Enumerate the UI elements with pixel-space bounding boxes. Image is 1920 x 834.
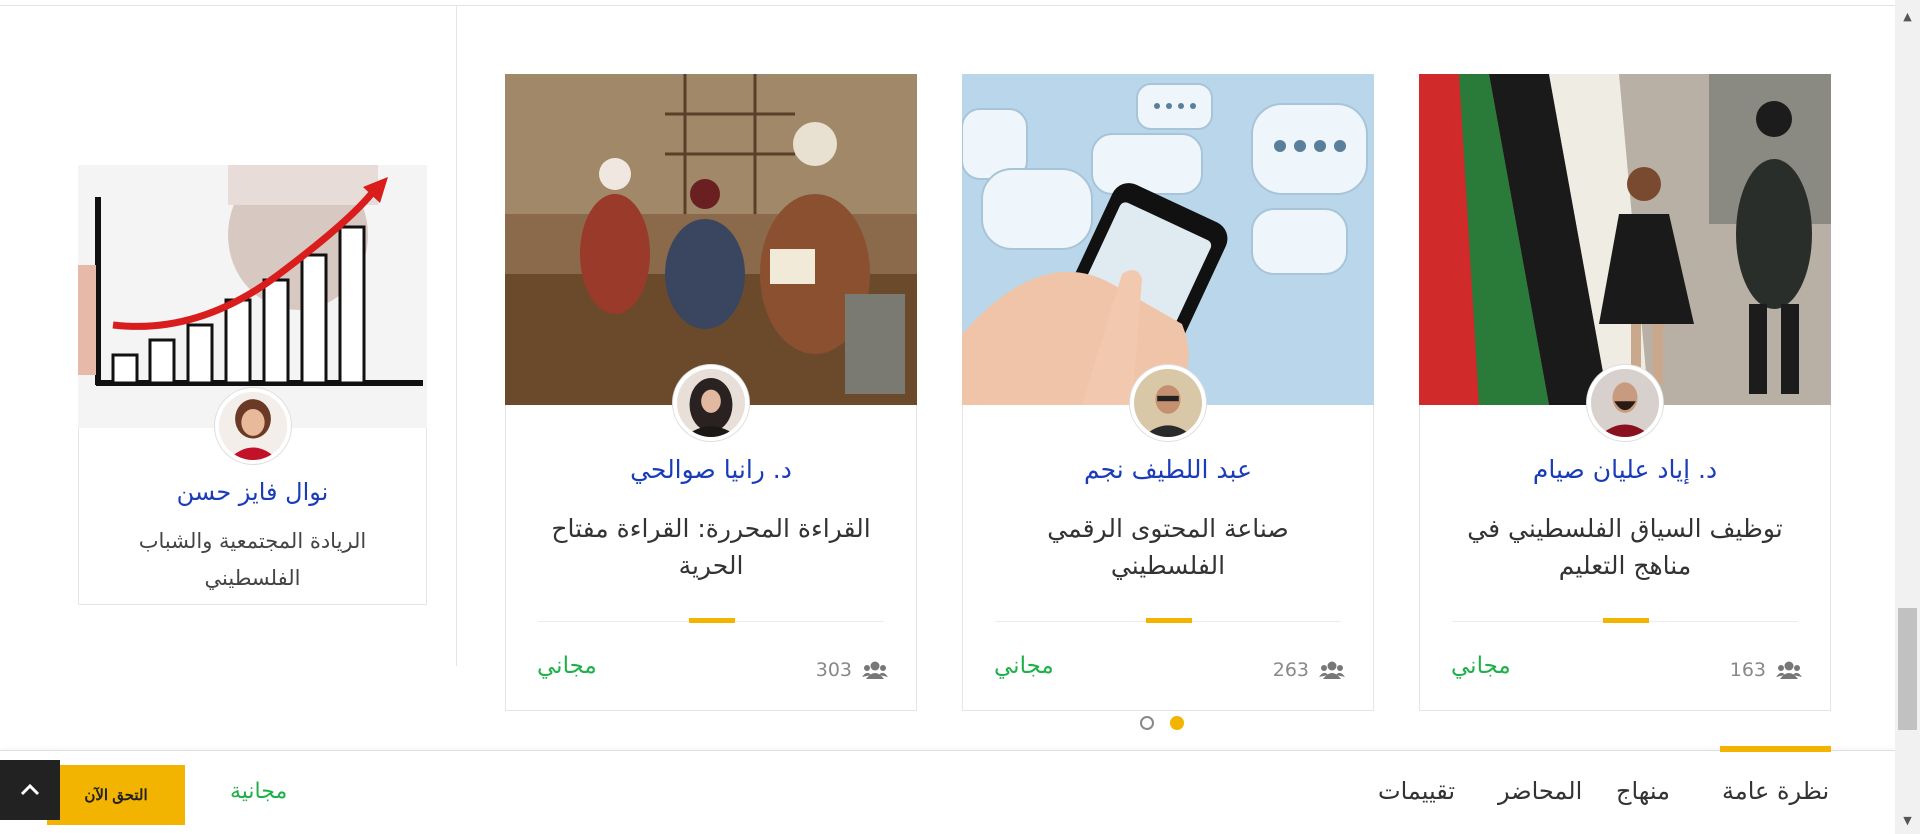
course-price-2: مجاني <box>994 653 1054 679</box>
enroll-now-button[interactable]: التحق الآن <box>47 765 185 825</box>
scroll-down-arrow-icon[interactable]: ▼ <box>1895 810 1920 830</box>
students-count-1: 163 <box>1730 659 1802 681</box>
carousel-dot-2[interactable] <box>1170 716 1184 730</box>
instructor-avatar-3[interactable] <box>673 365 749 441</box>
card-accent-bar <box>1146 618 1192 623</box>
carousel-dot-1[interactable] <box>1140 716 1154 730</box>
instructor-name-2[interactable]: عبد اللطيف نجم <box>963 455 1373 484</box>
instructor-avatar-1[interactable] <box>1587 365 1663 441</box>
instructor-name-1[interactable]: د. إياد عليان صيام <box>1420 455 1830 484</box>
tab-curriculum[interactable]: منهاج <box>1616 777 1670 805</box>
course-cover-2 <box>962 74 1374 405</box>
users-icon <box>1776 661 1802 679</box>
back-to-top-button[interactable] <box>0 760 60 820</box>
course-title-2[interactable]: صناعة المحتوى الرقمي الفلسطيني <box>993 510 1343 584</box>
users-icon <box>862 661 888 679</box>
chevron-up-icon <box>20 783 40 796</box>
course-card-3[interactable]: د. رانيا صوالحي القراءة المحررة: القراءة… <box>505 74 917 711</box>
wall-flag-girl-image <box>1419 74 1831 405</box>
card-accent-bar <box>1603 618 1649 623</box>
sticky-course-nav: نظرة عامة منهاج المحاضر تقييمات مجانية ا… <box>0 746 1895 834</box>
page-scrollbar[interactable]: ▲ ▼ <box>1895 0 1920 834</box>
side-instructor-avatar[interactable] <box>215 388 291 464</box>
course-cover-1 <box>1419 74 1831 405</box>
old-readers-painting-image <box>505 74 917 405</box>
students-count-value: 163 <box>1729 659 1766 681</box>
card-accent-bar <box>689 618 735 623</box>
course-price-1: مجاني <box>1451 653 1511 679</box>
column-divider <box>456 6 457 666</box>
course-card-1[interactable]: د. إياد عليان صيام توظيف السياق الفلسطين… <box>1419 74 1831 711</box>
course-title-1[interactable]: توظيف السياق الفلسطيني في مناهج التعليم <box>1450 510 1800 584</box>
side-instructor-name[interactable]: نوال فايز حسن <box>79 478 426 506</box>
avatar-man-glasses-image <box>1134 369 1202 437</box>
scrollbar-thumb[interactable] <box>1898 608 1917 730</box>
tab-instructor[interactable]: المحاضر <box>1498 777 1582 805</box>
side-course-card[interactable]: نوال فايز حسن الريادة المجتمعية والشباب … <box>78 165 427 605</box>
tab-reviews[interactable]: تقييمات <box>1378 777 1455 805</box>
students-count-value: 303 <box>815 659 852 681</box>
course-price-3: مجاني <box>537 653 597 679</box>
avatar-woman-image <box>219 392 287 460</box>
course-card-2[interactable]: عبد اللطيف نجم صناعة المحتوى الرقمي الفل… <box>962 74 1374 711</box>
smartphone-chat-image <box>962 74 1374 405</box>
students-count-3: 303 <box>816 659 888 681</box>
scroll-up-arrow-icon[interactable]: ▲ <box>1895 6 1920 26</box>
avatar-man-beard-image <box>1591 369 1659 437</box>
instructor-avatar-2[interactable] <box>1130 365 1206 441</box>
students-count-value: 263 <box>1272 659 1309 681</box>
top-border <box>0 0 1895 6</box>
carousel-pagination <box>1140 716 1184 730</box>
side-course-title[interactable]: الريادة المجتمعية والشباب الفلسطيني <box>119 523 386 597</box>
course-title-3[interactable]: القراءة المحررة: القراءة مفتاح الحرية <box>536 510 886 584</box>
course-cover-3 <box>505 74 917 405</box>
course-price-label: مجانية <box>230 779 288 804</box>
avatar-hijab-image <box>677 369 745 437</box>
users-icon <box>1319 661 1345 679</box>
instructor-name-3[interactable]: د. رانيا صوالحي <box>506 455 916 484</box>
tab-overview[interactable]: نظرة عامة <box>1719 746 1832 805</box>
students-count-2: 263 <box>1273 659 1345 681</box>
